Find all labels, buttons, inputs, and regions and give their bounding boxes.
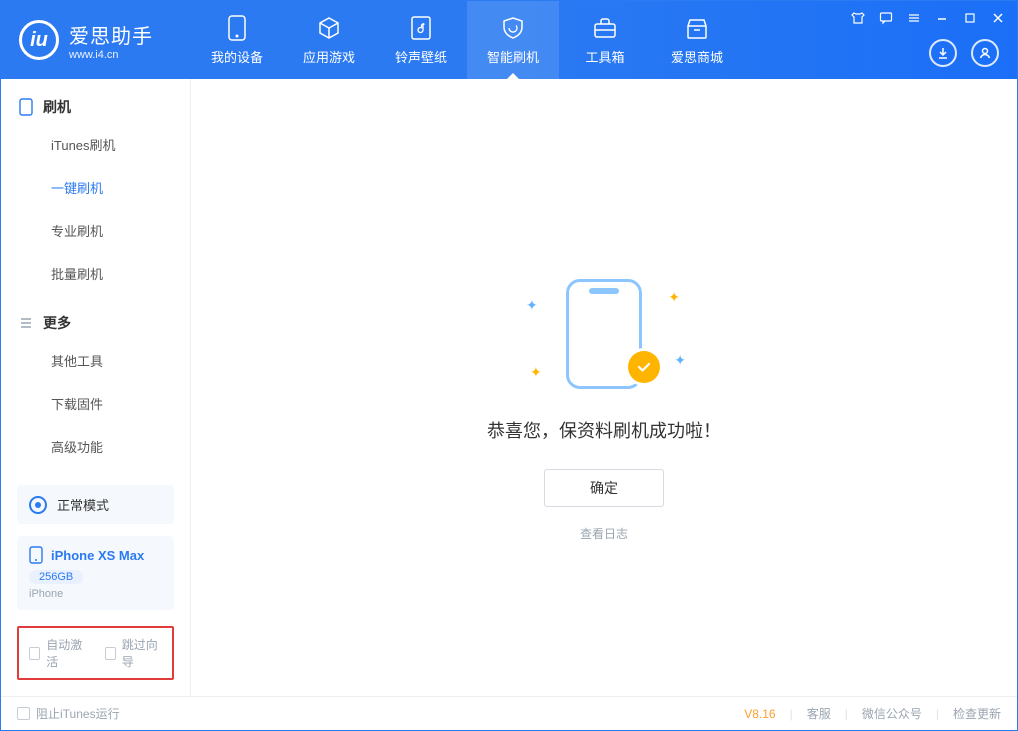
sparkle-icon: ✦ [674,352,686,369]
logo-icon: iu [19,20,59,60]
auto-activate-label: 自动激活 [46,636,86,670]
view-log-link[interactable]: 查看日志 [580,525,628,542]
app-url: www.i4.cn [69,49,153,61]
phone-outline-icon [19,98,33,116]
sidebar-item-other-tools[interactable]: 其他工具 [1,339,190,382]
checkbox-icon [17,707,30,720]
nav-label: 智能刷机 [487,47,539,66]
feedback-icon[interactable] [873,7,899,29]
title-bar: iu 爱思助手 www.i4.cn 我的设备 应用游戏 [1,1,1017,79]
sidebar-item-itunes-flash[interactable]: iTunes刷机 [1,123,190,166]
main-content: ✦ ✦ ✦ ✦ 恭喜您，保资料刷机成功啦！ 确定 查看日志 [191,79,1017,696]
checkbox-auto-activate[interactable]: 自动激活 [29,636,87,670]
list-icon [19,316,33,330]
wechat-link[interactable]: 微信公众号 [862,705,922,722]
nav-store[interactable]: 爱思商城 [651,1,743,79]
nav-label: 我的设备 [211,47,263,66]
sidebar-item-download-firmware[interactable]: 下载固件 [1,382,190,425]
menu-icon[interactable] [901,7,927,29]
customer-service-link[interactable]: 客服 [807,705,831,722]
checkbox-skip-guide[interactable]: 跳过向导 [105,636,163,670]
device-name: iPhone XS Max [51,548,144,563]
shirt-icon[interactable] [845,7,871,29]
success-illustration: ✦ ✦ ✦ ✦ [534,279,674,389]
device-card[interactable]: iPhone XS Max 256GB iPhone [17,536,174,610]
sidebar-header-more: 更多 [1,313,190,339]
app-window: iu 爱思助手 www.i4.cn 我的设备 应用游戏 [0,0,1018,731]
ok-button[interactable]: 确定 [544,469,664,507]
sidebar-item-oneclick-flash[interactable]: 一键刷机 [1,166,190,209]
main-nav: 我的设备 应用游戏 铃声壁纸 智能刷机 [191,1,743,79]
sidebar-group-more: 更多 其他工具 下载固件 高级功能 [1,295,190,468]
nav-label: 工具箱 [585,47,624,66]
skip-guide-label: 跳过向导 [122,636,162,670]
sidebar-group1-title: 刷机 [43,97,71,117]
nav-label: 应用游戏 [303,47,355,66]
mode-card[interactable]: 正常模式 [17,485,174,524]
maximize-button[interactable] [957,7,983,29]
toolbox-icon [592,15,618,41]
sparkle-icon: ✦ [526,297,538,314]
window-controls [845,7,1011,29]
checkbox-icon [29,647,40,660]
block-itunes-label: 阻止iTunes运行 [36,705,120,722]
nav-ringtone-wallpaper[interactable]: 铃声壁纸 [375,1,467,79]
version-label: V8.16 [744,707,775,721]
cube-icon [316,15,342,41]
flash-options-box: 自动激活 跳过向导 [17,626,174,680]
sidebar-item-batch-flash[interactable]: 批量刷机 [1,252,190,295]
music-file-icon [408,15,434,41]
sidebar-group-flash: 刷机 iTunes刷机 一键刷机 专业刷机 批量刷机 [1,79,190,295]
app-name: 爱思助手 [69,20,153,49]
nav-label: 铃声壁纸 [395,47,447,66]
nav-apps-games[interactable]: 应用游戏 [283,1,375,79]
minimize-button[interactable] [929,7,955,29]
header-right-buttons [929,39,999,67]
close-button[interactable] [985,7,1011,29]
sidebar: 刷机 iTunes刷机 一键刷机 专业刷机 批量刷机 更多 其他工具 下载固件 … [1,79,191,696]
device-capacity: 256GB [29,570,83,584]
sparkle-icon: ✦ [530,364,542,381]
mode-indicator-icon [29,496,47,514]
user-button[interactable] [971,39,999,67]
success-message: 恭喜您，保资料刷机成功啦！ [487,417,721,443]
logo-text: 爱思助手 www.i4.cn [69,20,153,61]
shop-icon [684,15,710,41]
nav-my-device[interactable]: 我的设备 [191,1,283,79]
check-badge-icon [628,351,660,383]
sidebar-item-advanced[interactable]: 高级功能 [1,425,190,468]
sidebar-header-flash: 刷机 [1,97,190,123]
mode-label: 正常模式 [57,495,109,514]
sparkle-icon: ✦ [668,289,680,306]
device-phone-icon [29,546,43,564]
checkbox-icon [105,647,116,660]
sidebar-item-pro-flash[interactable]: 专业刷机 [1,209,190,252]
download-button[interactable] [929,39,957,67]
status-bar: 阻止iTunes运行 V8.16 | 客服 | 微信公众号 | 检查更新 [1,696,1017,730]
sidebar-group2-title: 更多 [43,313,71,333]
refresh-shield-icon [500,15,526,41]
check-update-link[interactable]: 检查更新 [953,705,1001,722]
body-area: 刷机 iTunes刷机 一键刷机 专业刷机 批量刷机 更多 其他工具 下载固件 … [1,79,1017,696]
checkbox-block-itunes[interactable]: 阻止iTunes运行 [17,705,120,722]
nav-smart-flash[interactable]: 智能刷机 [467,1,559,79]
nav-label: 爱思商城 [671,47,723,66]
logo-area: iu 爱思助手 www.i4.cn [1,1,171,79]
device-icon [224,15,250,41]
device-type: iPhone [29,588,162,600]
nav-toolbox[interactable]: 工具箱 [559,1,651,79]
